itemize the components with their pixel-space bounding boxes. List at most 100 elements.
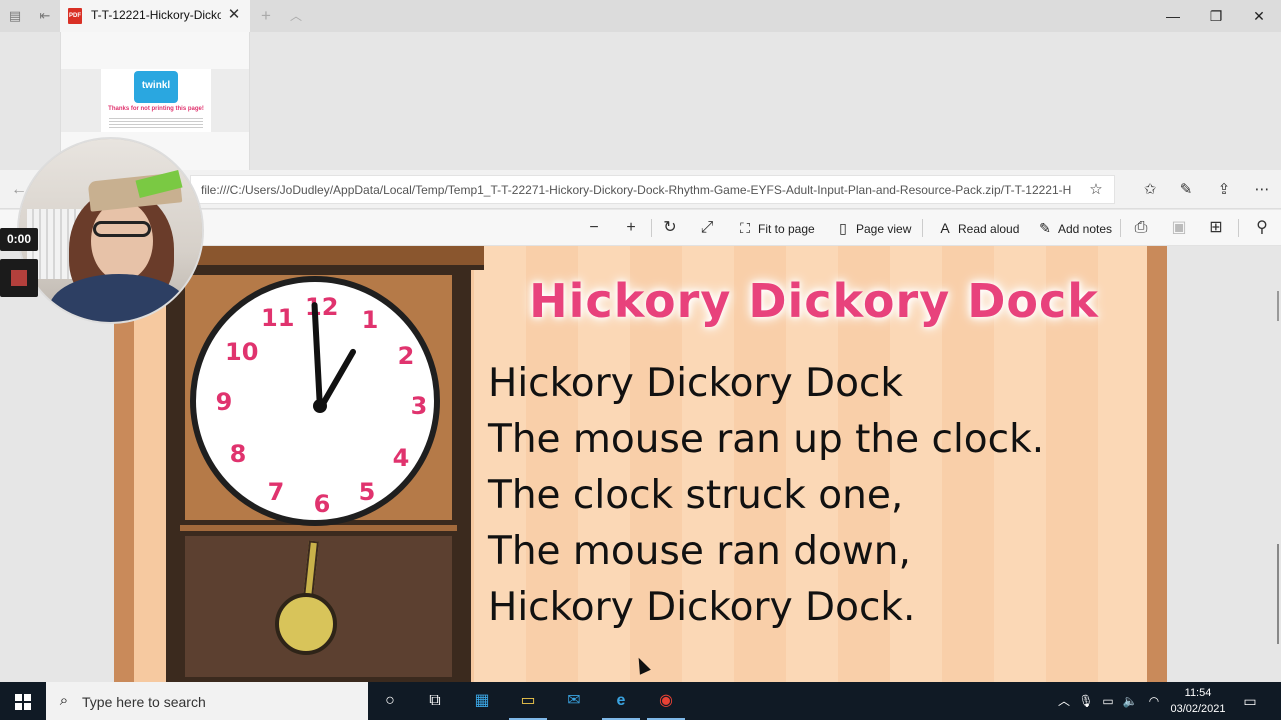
file-explorer-icon[interactable]: ▭ bbox=[513, 687, 543, 715]
favorites-icon[interactable]: ✩ bbox=[1138, 179, 1162, 201]
restore-button[interactable]: ❐ bbox=[1201, 4, 1231, 28]
save-icon[interactable]: ▣ bbox=[1167, 217, 1191, 239]
rhyme-line: Hickory Dickory Dock bbox=[488, 361, 903, 406]
zoom-out-icon[interactable]: − bbox=[582, 217, 606, 239]
pdf-page: 12 1 2 3 4 5 6 7 8 9 10 11 Hickory Dicko… bbox=[114, 246, 1167, 682]
pendulum-bob bbox=[275, 593, 337, 655]
page-view-button[interactable]: ▯ Page view bbox=[834, 217, 911, 239]
twinkl-logo: twinkl bbox=[134, 71, 178, 103]
page-view-icon: ▯ bbox=[839, 220, 847, 236]
clock-number: 6 bbox=[313, 490, 331, 518]
wifi-icon[interactable]: ◠ bbox=[1145, 692, 1163, 710]
webcam-person-face bbox=[91, 201, 153, 281]
clock-top bbox=[154, 246, 484, 270]
print-icon[interactable]: ⎙ bbox=[1129, 217, 1153, 239]
page-border bbox=[1147, 246, 1167, 682]
pen-icon[interactable]: ✎ bbox=[1174, 179, 1198, 201]
rhyme-line: The clock struck one, bbox=[488, 473, 904, 518]
zoom-in-icon[interactable]: + bbox=[619, 217, 643, 239]
more-icon[interactable]: ⋯ bbox=[1250, 179, 1274, 201]
clock-hub bbox=[313, 399, 327, 413]
thumbnail-headline: Thanks for not printing this page! bbox=[108, 106, 204, 112]
url-field[interactable]: file:///C:/Users/JoDudley/AppData/Local/… bbox=[190, 175, 1115, 204]
clock-number: 8 bbox=[229, 440, 247, 468]
task-view-icon[interactable]: ⧉ bbox=[420, 687, 450, 715]
clock-time: 11:54 bbox=[1184, 687, 1212, 699]
tab-preview-thumbnail: twinkl Thanks for not printing this page… bbox=[61, 69, 249, 132]
add-notes-button[interactable]: ✎ Add notes bbox=[1036, 217, 1112, 239]
rhyme-line: The mouse ran up the clock. bbox=[488, 417, 1045, 462]
fit-to-page-button[interactable]: ⛶ Fit to page bbox=[736, 217, 815, 239]
stop-icon bbox=[11, 270, 27, 286]
volume-icon[interactable]: 🔈 bbox=[1121, 692, 1139, 710]
scrollbar-thumb[interactable] bbox=[1277, 544, 1279, 644]
close-window-button[interactable]: ✕ bbox=[1244, 4, 1274, 28]
taskbar-search[interactable]: ⌕ Type here to search bbox=[46, 682, 368, 720]
webcam-person-glasses bbox=[93, 221, 151, 237]
cortana-icon[interactable]: ○ bbox=[375, 687, 405, 715]
start-button[interactable] bbox=[0, 682, 46, 720]
clock-number: 10 bbox=[225, 338, 259, 366]
clock-face: 12 1 2 3 4 5 6 7 8 9 10 11 bbox=[190, 276, 440, 526]
add-notes-label: Add notes bbox=[1058, 222, 1113, 236]
rhyme-line: The mouse ran down, bbox=[488, 529, 911, 574]
star-icon[interactable]: ☆ bbox=[1086, 180, 1106, 200]
notifications-icon[interactable]: ▭ bbox=[1240, 691, 1260, 711]
pdf-icon: PDF bbox=[68, 8, 82, 24]
microphone-icon[interactable]: 🎙 bbox=[1077, 692, 1095, 710]
minimize-button[interactable]: — bbox=[1158, 4, 1188, 28]
fullscreen-icon[interactable]: ⤢ bbox=[695, 217, 719, 239]
tab-actions-icon[interactable]: ▤ bbox=[5, 6, 25, 26]
clock-number: 7 bbox=[267, 478, 285, 506]
clock-number: 12 bbox=[305, 293, 339, 321]
vertical-scrollbar[interactable] bbox=[1272, 246, 1281, 682]
webcam-overlay[interactable] bbox=[17, 137, 204, 324]
pin-toolbar-icon[interactable]: ⚲ bbox=[1250, 217, 1274, 239]
search-placeholder: Type here to search bbox=[82, 694, 206, 710]
browser-tab[interactable]: PDF T-T-12221-Hickory-Dickory ✕ bbox=[60, 0, 250, 32]
page-view-label: Page view bbox=[856, 222, 912, 236]
clock-number: 2 bbox=[397, 342, 415, 370]
title-bar: ▤ ⇤ PDF T-T-12221-Hickory-Dickory ✕ + ︿ … bbox=[0, 0, 1281, 32]
search-icon: ⌕ bbox=[59, 692, 69, 709]
new-tab-icon[interactable]: + bbox=[256, 6, 276, 26]
clock-number: 9 bbox=[215, 388, 233, 416]
rhyme-text: Hickory Dickory Dock The mouse ran up th… bbox=[488, 356, 1138, 636]
taskbar-clock[interactable]: 11:54 03/02/2021 bbox=[1165, 685, 1231, 717]
thumbnail-text-lines bbox=[109, 116, 203, 130]
share-icon[interactable]: ⇪ bbox=[1212, 179, 1236, 201]
store-icon[interactable]: ▦ bbox=[467, 687, 497, 715]
add-notes-icon: ✎ bbox=[1039, 220, 1051, 236]
recording-timer: 0:00 bbox=[0, 228, 38, 251]
fit-to-page-icon: ⛶ bbox=[740, 220, 750, 236]
save-as-icon[interactable]: ⊞ bbox=[1204, 217, 1228, 239]
scrollbar-mark bbox=[1277, 291, 1279, 321]
toolbar-divider bbox=[651, 219, 652, 237]
windows-logo-icon bbox=[24, 694, 31, 701]
clock-number: 4 bbox=[392, 444, 410, 472]
close-tab-icon[interactable]: ✕ bbox=[225, 5, 243, 25]
windows-logo-icon bbox=[15, 703, 22, 710]
url-text[interactable]: file:///C:/Users/JoDudley/AppData/Local/… bbox=[201, 183, 1079, 197]
tab-title: T-T-12221-Hickory-Dickory bbox=[91, 8, 221, 22]
windows-logo-icon bbox=[15, 694, 22, 701]
mail-icon[interactable]: ✉ bbox=[559, 687, 589, 715]
chevron-up-icon[interactable]: ︿ bbox=[286, 6, 306, 26]
read-aloud-button[interactable]: A Read aloud bbox=[936, 217, 1019, 239]
clock-number: 3 bbox=[410, 392, 428, 420]
clock-number: 1 bbox=[361, 306, 379, 334]
battery-icon[interactable]: ▭ bbox=[1099, 692, 1117, 710]
set-aside-tabs-icon[interactable]: ⇤ bbox=[35, 6, 55, 26]
rotate-icon[interactable]: ↻ bbox=[658, 217, 682, 239]
clock-number: 11 bbox=[261, 304, 295, 332]
chevron-up-icon[interactable]: ︿ bbox=[1055, 692, 1073, 710]
rhyme-line: Hickory Dickory Dock. bbox=[488, 585, 916, 630]
toolbar-divider bbox=[1238, 219, 1239, 237]
chrome-icon[interactable]: ◉ bbox=[651, 687, 681, 715]
clock-date: 03/02/2021 bbox=[1170, 703, 1226, 715]
edge-icon[interactable]: e bbox=[606, 687, 636, 715]
windows-logo-icon bbox=[24, 703, 31, 710]
fit-to-page-label: Fit to page bbox=[758, 222, 815, 236]
stop-recording-button[interactable] bbox=[0, 259, 38, 297]
thumbnail-page: twinkl Thanks for not printing this page… bbox=[101, 69, 211, 132]
